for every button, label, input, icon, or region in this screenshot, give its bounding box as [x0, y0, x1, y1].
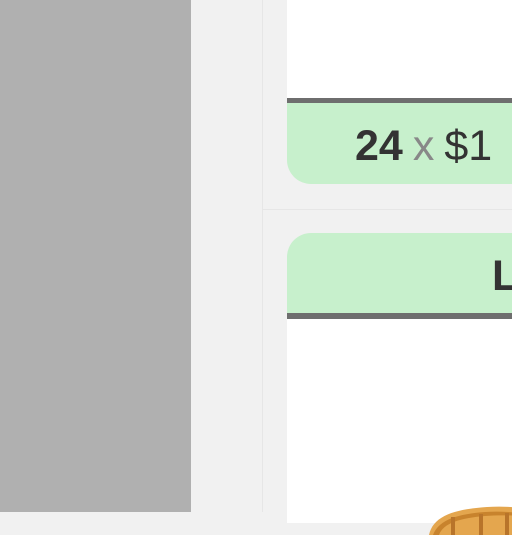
price: $1 — [444, 122, 493, 170]
label-bar: L — [287, 233, 512, 313]
times-sign: x — [412, 122, 435, 170]
price-line: 24 x $1 — [355, 123, 492, 169]
product-image-area — [287, 319, 512, 535]
offer-card-bottom[interactable]: L — [287, 233, 512, 535]
product-image-area — [287, 0, 512, 98]
left-panel — [0, 0, 191, 512]
card-divider — [263, 209, 512, 210]
offer-label: L — [492, 252, 512, 300]
gutter — [191, 0, 263, 512]
offer-card-top[interactable]: 24 x $1 — [287, 0, 512, 184]
quantity: 24 — [355, 122, 403, 170]
price-bar: 24 x $1 — [287, 103, 512, 184]
furniture-icon — [429, 506, 512, 535]
gutter-divider — [262, 0, 263, 512]
